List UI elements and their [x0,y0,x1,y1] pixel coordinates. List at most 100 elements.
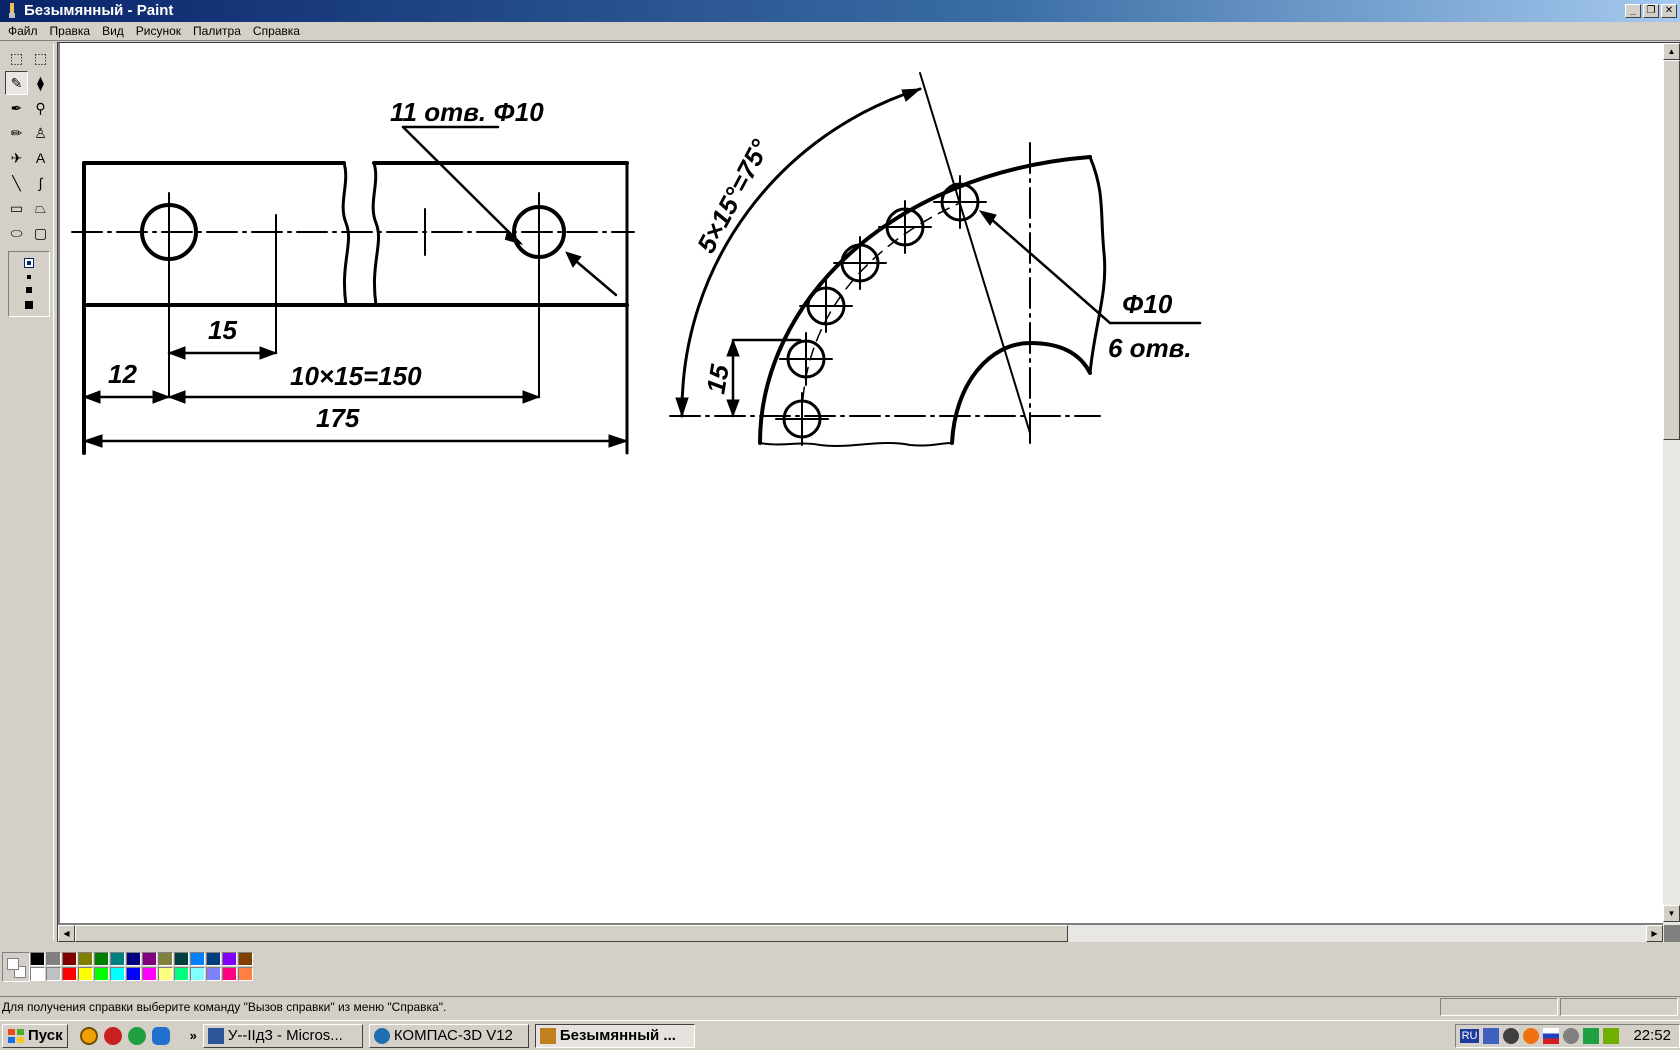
media-icon[interactable] [103,1026,122,1045]
color-palette [0,944,1680,992]
vertical-scroll-thumb[interactable] [1663,60,1680,440]
tray-flag-icon[interactable] [1543,1027,1560,1044]
tray-app-icon[interactable] [1503,1027,1520,1044]
color-swatch[interactable] [78,967,93,981]
restore-button[interactable]: ❐ [1643,4,1659,18]
task-paint[interactable]: Безымянный ... [534,1023,695,1048]
network-icon[interactable] [1483,1027,1500,1044]
color-swatch[interactable] [158,952,173,966]
color-swatch[interactable] [142,952,157,966]
color-swatch[interactable] [110,952,125,966]
size-option-3[interactable] [26,287,32,293]
minimize-button[interactable]: _ [1625,4,1641,18]
color-swatch[interactable] [62,952,77,966]
clock[interactable]: 22:52 [1633,1027,1671,1044]
free-form-select-tool[interactable]: ⬚ [5,46,28,70]
color-swatch[interactable] [174,952,189,966]
vertical-scrollbar[interactable]: ▲ ▼ [1663,43,1680,925]
color-swatch[interactable] [46,952,61,966]
color-swatch[interactable] [126,952,141,966]
tool-size-options [8,251,50,317]
close-button[interactable]: ✕ [1661,4,1677,18]
color-swatch[interactable] [30,967,45,981]
menu-view[interactable]: Вид [96,22,130,41]
color-picker-icon: ✒ [10,99,23,116]
internet-explorer-icon[interactable] [151,1026,170,1045]
color-swatch[interactable] [62,967,77,981]
text-tool[interactable]: A [29,146,52,170]
color-swatch[interactable] [94,967,109,981]
magnifier-icon: ⚲ [35,99,46,116]
menu-colors[interactable]: Палитра [187,22,247,41]
green-app-icon[interactable] [127,1026,146,1045]
scroll-down-button[interactable]: ▼ [1663,905,1680,922]
color-swatch[interactable] [142,967,157,981]
fill-icon: ⧫ [37,74,44,91]
language-indicator[interactable]: RU [1459,1028,1480,1043]
color-swatch[interactable] [222,952,237,966]
tray-settings-icon[interactable] [1563,1027,1580,1044]
label-175: 175 [316,403,360,433]
color-swatch[interactable] [94,952,109,966]
color-swatch[interactable] [110,967,125,981]
size-option-1[interactable] [24,258,34,268]
task-kompas[interactable]: КОМПАС-3D V12 [368,1023,529,1048]
scroll-left-button[interactable]: ◀ [58,925,75,942]
app-a-icon[interactable] [79,1026,98,1045]
rectangle-tool[interactable]: ▭ [5,196,28,220]
paint-icon [4,3,20,19]
size-option-2[interactable] [27,275,31,279]
scroll-right-button[interactable]: ▶ [1646,925,1663,942]
task-word[interactable]: У--IIд3 - Micros... [202,1023,363,1048]
menu-image[interactable]: Рисунок [130,22,187,41]
color-swatch[interactable] [238,952,253,966]
kompas-icon [373,1027,390,1044]
color-swatch[interactable] [158,967,173,981]
color-swatch[interactable] [222,967,237,981]
quick-launch-more-icon[interactable]: » [190,1028,197,1043]
color-swatch[interactable] [126,967,141,981]
menu-file[interactable]: Файл [2,22,44,41]
color-swatch[interactable] [30,952,45,966]
drawing-canvas[interactable]: 11 отв. Φ10 15 12 10×15=150 175 5×15°=75… [60,43,1663,923]
airbrush-tool[interactable]: ✈ [5,146,28,170]
color-swatch[interactable] [46,967,61,981]
pencil-icon: ✏ [10,124,23,141]
foreground-color [7,958,19,970]
color-swatch[interactable] [174,967,189,981]
color-swatch[interactable] [190,967,205,981]
title-bar: Безымянный - Paint _ ❐ ✕ [0,0,1680,22]
tray-orange-icon[interactable] [1523,1027,1540,1044]
color-picker-tool[interactable]: ✒ [5,96,28,120]
size-option-4[interactable] [25,301,33,309]
magnifier-tool[interactable]: ⚲ [29,96,52,120]
eraser-tool[interactable]: ✎ [5,71,28,95]
color-swatch[interactable] [78,952,93,966]
color-swatch[interactable] [206,967,221,981]
color-swatch[interactable] [190,952,205,966]
scroll-up-button[interactable]: ▲ [1663,43,1680,60]
polygon-tool[interactable]: ⏢ [29,196,52,220]
line-tool[interactable]: ╲ [5,171,28,195]
rounded-rect-tool[interactable]: ▢ [29,221,52,245]
menu-help[interactable]: Справка [247,22,306,41]
color-swatch[interactable] [206,952,221,966]
status-text: Для получения справки выберите команду "… [2,999,447,1014]
ellipse-tool[interactable]: ⬭ [5,221,28,245]
menu-edit[interactable]: Правка [44,22,97,41]
current-colors[interactable] [2,952,30,982]
horizontal-scrollbar[interactable]: ◀ ▶ [58,925,1664,942]
rect-select-tool[interactable]: ⬚ [29,46,52,70]
tray-monitor-icon[interactable] [1583,1027,1600,1044]
paint-task-icon [539,1027,556,1044]
curve-tool[interactable]: ∫ [29,171,52,195]
fill-tool[interactable]: ⧫ [29,71,52,95]
word-icon [207,1027,224,1044]
horizontal-scroll-thumb[interactable] [75,925,1068,942]
start-button[interactable]: Пуск [2,1023,68,1048]
brush-icon: ♙ [34,124,47,141]
brush-tool[interactable]: ♙ [29,121,52,145]
pencil-tool[interactable]: ✏ [5,121,28,145]
color-swatch[interactable] [238,967,253,981]
tray-nvidia-icon[interactable] [1603,1027,1620,1044]
